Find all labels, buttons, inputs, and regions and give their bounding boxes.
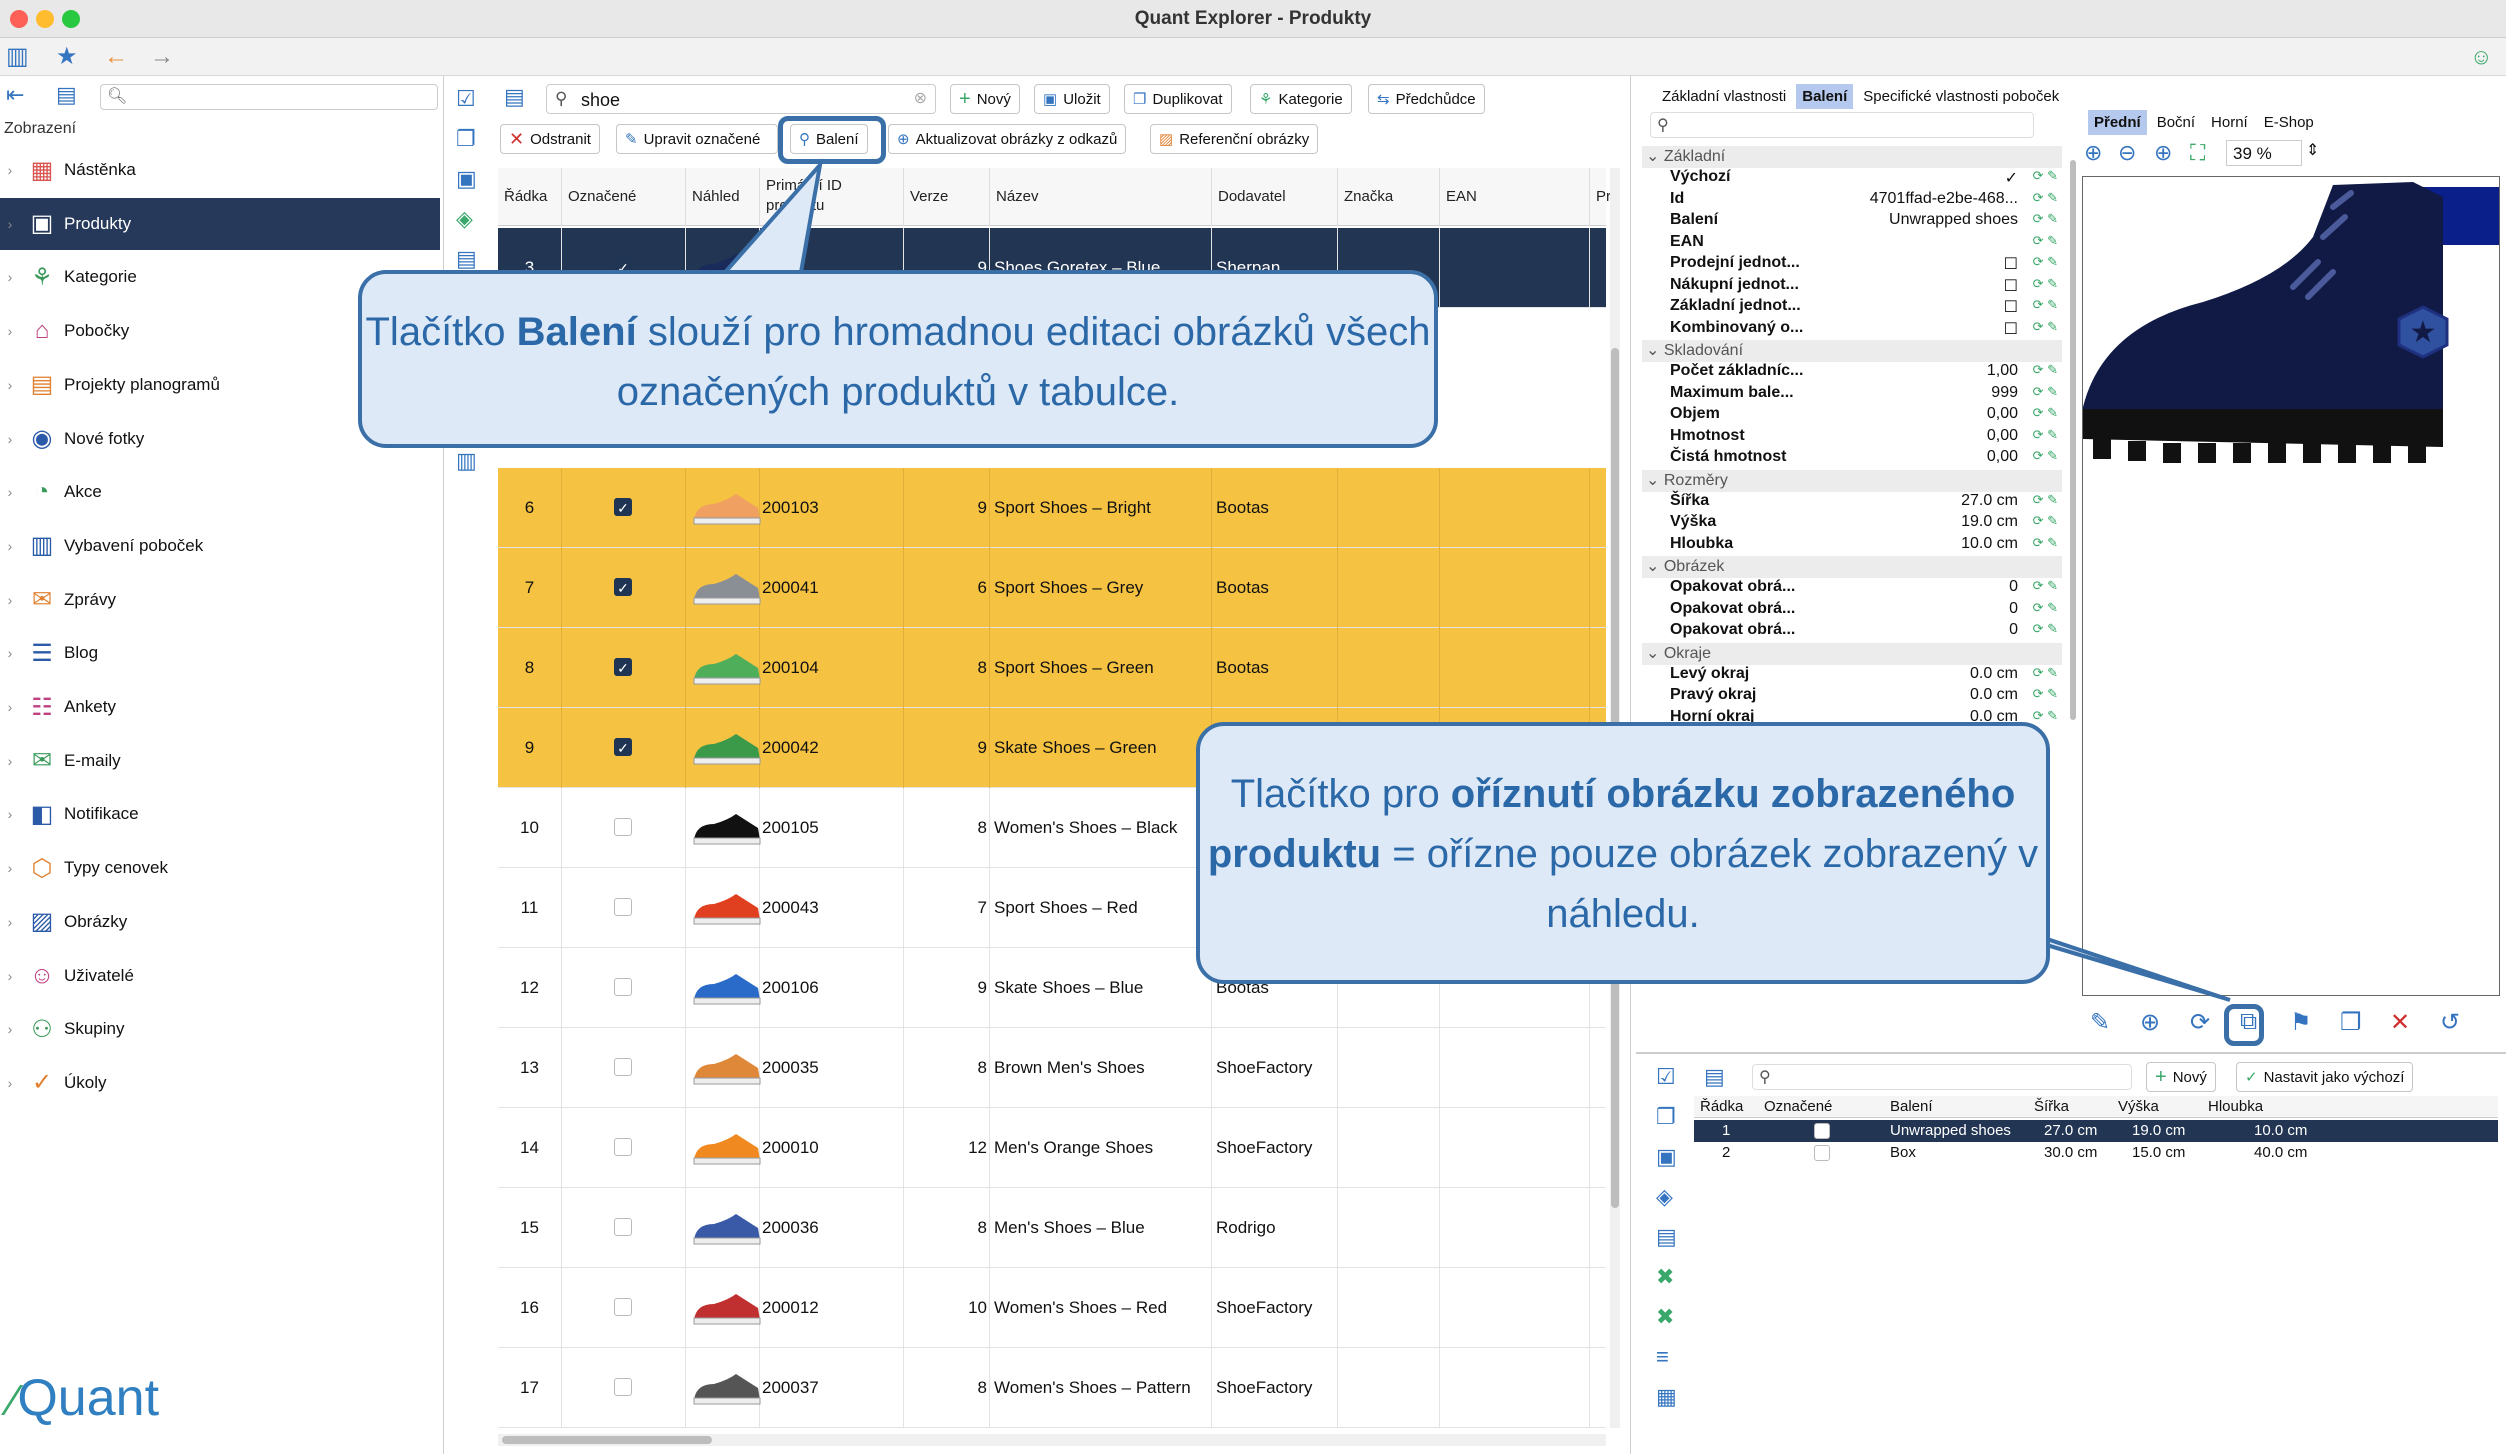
callout-crop: Tlačítko pro oříznutí obrázku zobrazenéh… <box>1196 722 2050 984</box>
callout-packaging: Tlačítko Balení slouží pro hromadnou edi… <box>358 270 1438 448</box>
